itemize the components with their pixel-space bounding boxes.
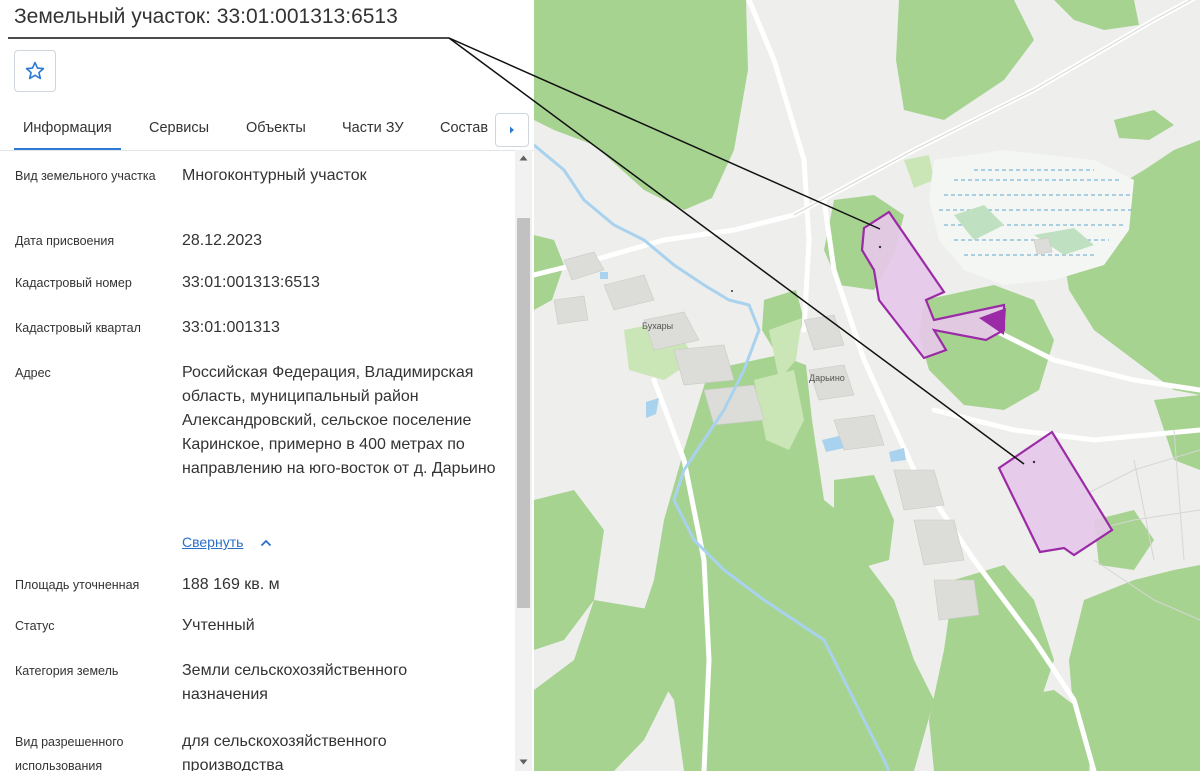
scrollbar-thumb[interactable] xyxy=(517,218,530,608)
map-canvas[interactable] xyxy=(534,0,1200,771)
cadastral-map[interactable]: Бухары Дарьино xyxy=(534,0,1200,771)
field-label: Кадастровый номер xyxy=(15,276,132,290)
tab-services[interactable]: Сервисы xyxy=(149,106,209,148)
field-value: 33:01:001313:6513 xyxy=(182,274,320,291)
tab-bar: Информация Сервисы Объекты Части ЗУ Сост… xyxy=(0,106,534,151)
map-label-village-daryino: Дарьино xyxy=(809,373,845,383)
field-label: Категория земель xyxy=(15,664,119,678)
field-value: Многоконтурный участок xyxy=(182,167,367,184)
field-value: 33:01:001313 xyxy=(182,319,280,336)
scrollbar[interactable] xyxy=(515,150,532,771)
field-label: Кадастровый квартал xyxy=(15,321,141,335)
field-label: Статус xyxy=(15,619,55,633)
field-label: Адрес xyxy=(15,366,51,380)
field-label: Вид разрешенного использования xyxy=(15,735,124,771)
field-value: 28.12.2023 xyxy=(182,232,263,249)
properties-list: Вид земельного участка Многоконтурный уч… xyxy=(0,150,514,771)
field-value: Российская Федерация, Владимирская облас… xyxy=(182,364,496,477)
info-panel: Земельный участок: 33:01:001313:6513 Инф… xyxy=(0,0,534,771)
scroll-up-arrow-icon[interactable] xyxy=(519,155,528,161)
tab-information[interactable]: Информация xyxy=(14,106,121,150)
scroll-down-arrow-icon[interactable] xyxy=(519,759,528,765)
tab-objects[interactable]: Объекты xyxy=(246,106,306,148)
field-label: Площадь уточненная xyxy=(15,578,140,592)
favorite-button[interactable] xyxy=(14,50,56,92)
page-title: Земельный участок: 33:01:001313:6513 xyxy=(14,5,398,28)
field-value: для сельскохозяйственного производства xyxy=(182,733,387,771)
field-value: Земли сельскохозяйственного назначения xyxy=(182,662,408,703)
field-label: Дата присвоения xyxy=(15,234,115,248)
field-value: Учтенный xyxy=(182,617,255,634)
field-value: 188 169 кв. м xyxy=(182,576,280,593)
tab-parts[interactable]: Части ЗУ xyxy=(342,106,404,148)
collapse-link[interactable]: Свернуть xyxy=(182,534,243,550)
chevron-up-icon[interactable] xyxy=(259,537,273,549)
tabs-next-button[interactable] xyxy=(495,113,529,147)
field-label: Вид земельного участка xyxy=(15,169,156,183)
map-label-village-bukhary: Бухары xyxy=(642,321,674,331)
tab-composition[interactable]: Состав xyxy=(440,106,492,148)
chevron-right-icon xyxy=(510,126,514,134)
star-outline-icon xyxy=(25,61,45,80)
